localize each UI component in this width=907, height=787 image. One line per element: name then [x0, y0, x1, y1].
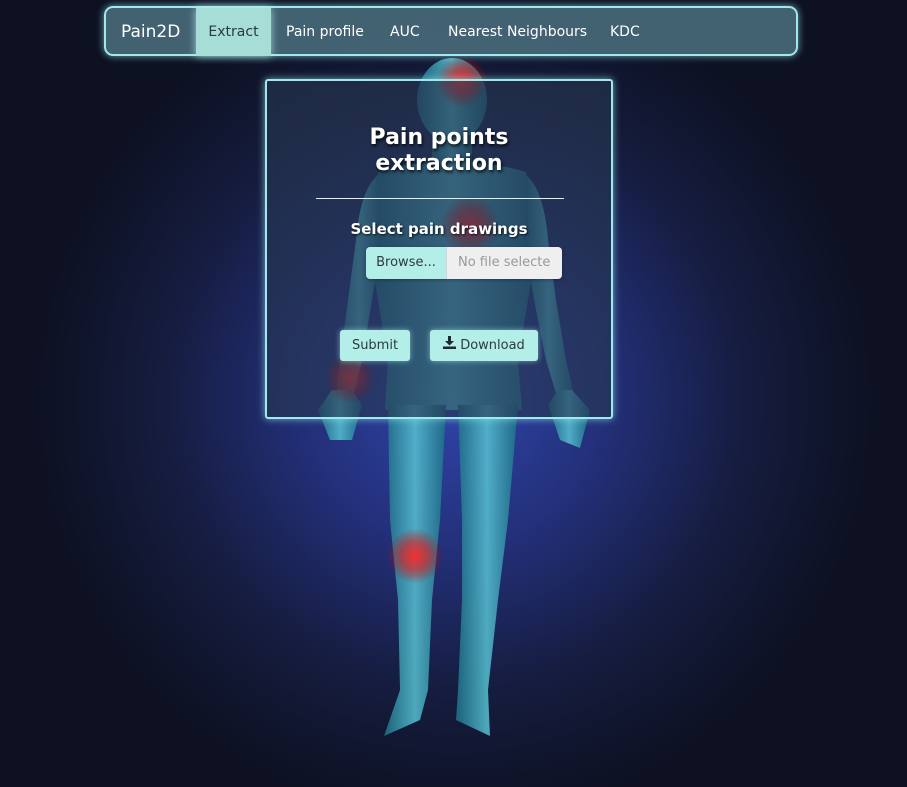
panel-title-line-1: Pain points — [369, 125, 509, 150]
nav-item-nearest-neighbours[interactable]: Nearest Neighbours — [448, 8, 587, 56]
nav-item-kdc[interactable]: KDC — [610, 8, 640, 56]
panel-title-line-2: extraction — [375, 151, 503, 176]
nav-item-pain-profile[interactable]: Pain profile — [286, 8, 364, 56]
submit-label: Submit — [351, 338, 399, 353]
nav-item-auc[interactable]: AUC — [390, 8, 420, 56]
extraction-panel: Pain points extraction Select pain drawi… — [265, 79, 613, 419]
nav-item-extract[interactable]: Extract — [196, 8, 271, 56]
panel-title: Pain points extraction — [267, 125, 611, 177]
title-divider — [316, 198, 564, 199]
brand-link[interactable]: Pain2D — [121, 8, 180, 56]
file-status-text: No file selecte — [447, 247, 562, 279]
browse-button[interactable]: Browse... — [366, 247, 447, 279]
download-button[interactable]: Download — [430, 330, 538, 361]
submit-button[interactable]: Submit — [340, 330, 410, 361]
top-navbar: Pain2D Extract Pain profile AUC Nearest … — [104, 6, 798, 56]
select-drawings-label: Select pain drawings — [350, 220, 528, 238]
download-icon — [443, 330, 457, 361]
download-label: Download — [460, 338, 525, 353]
file-input[interactable]: Browse... No file selecte — [366, 247, 562, 279]
